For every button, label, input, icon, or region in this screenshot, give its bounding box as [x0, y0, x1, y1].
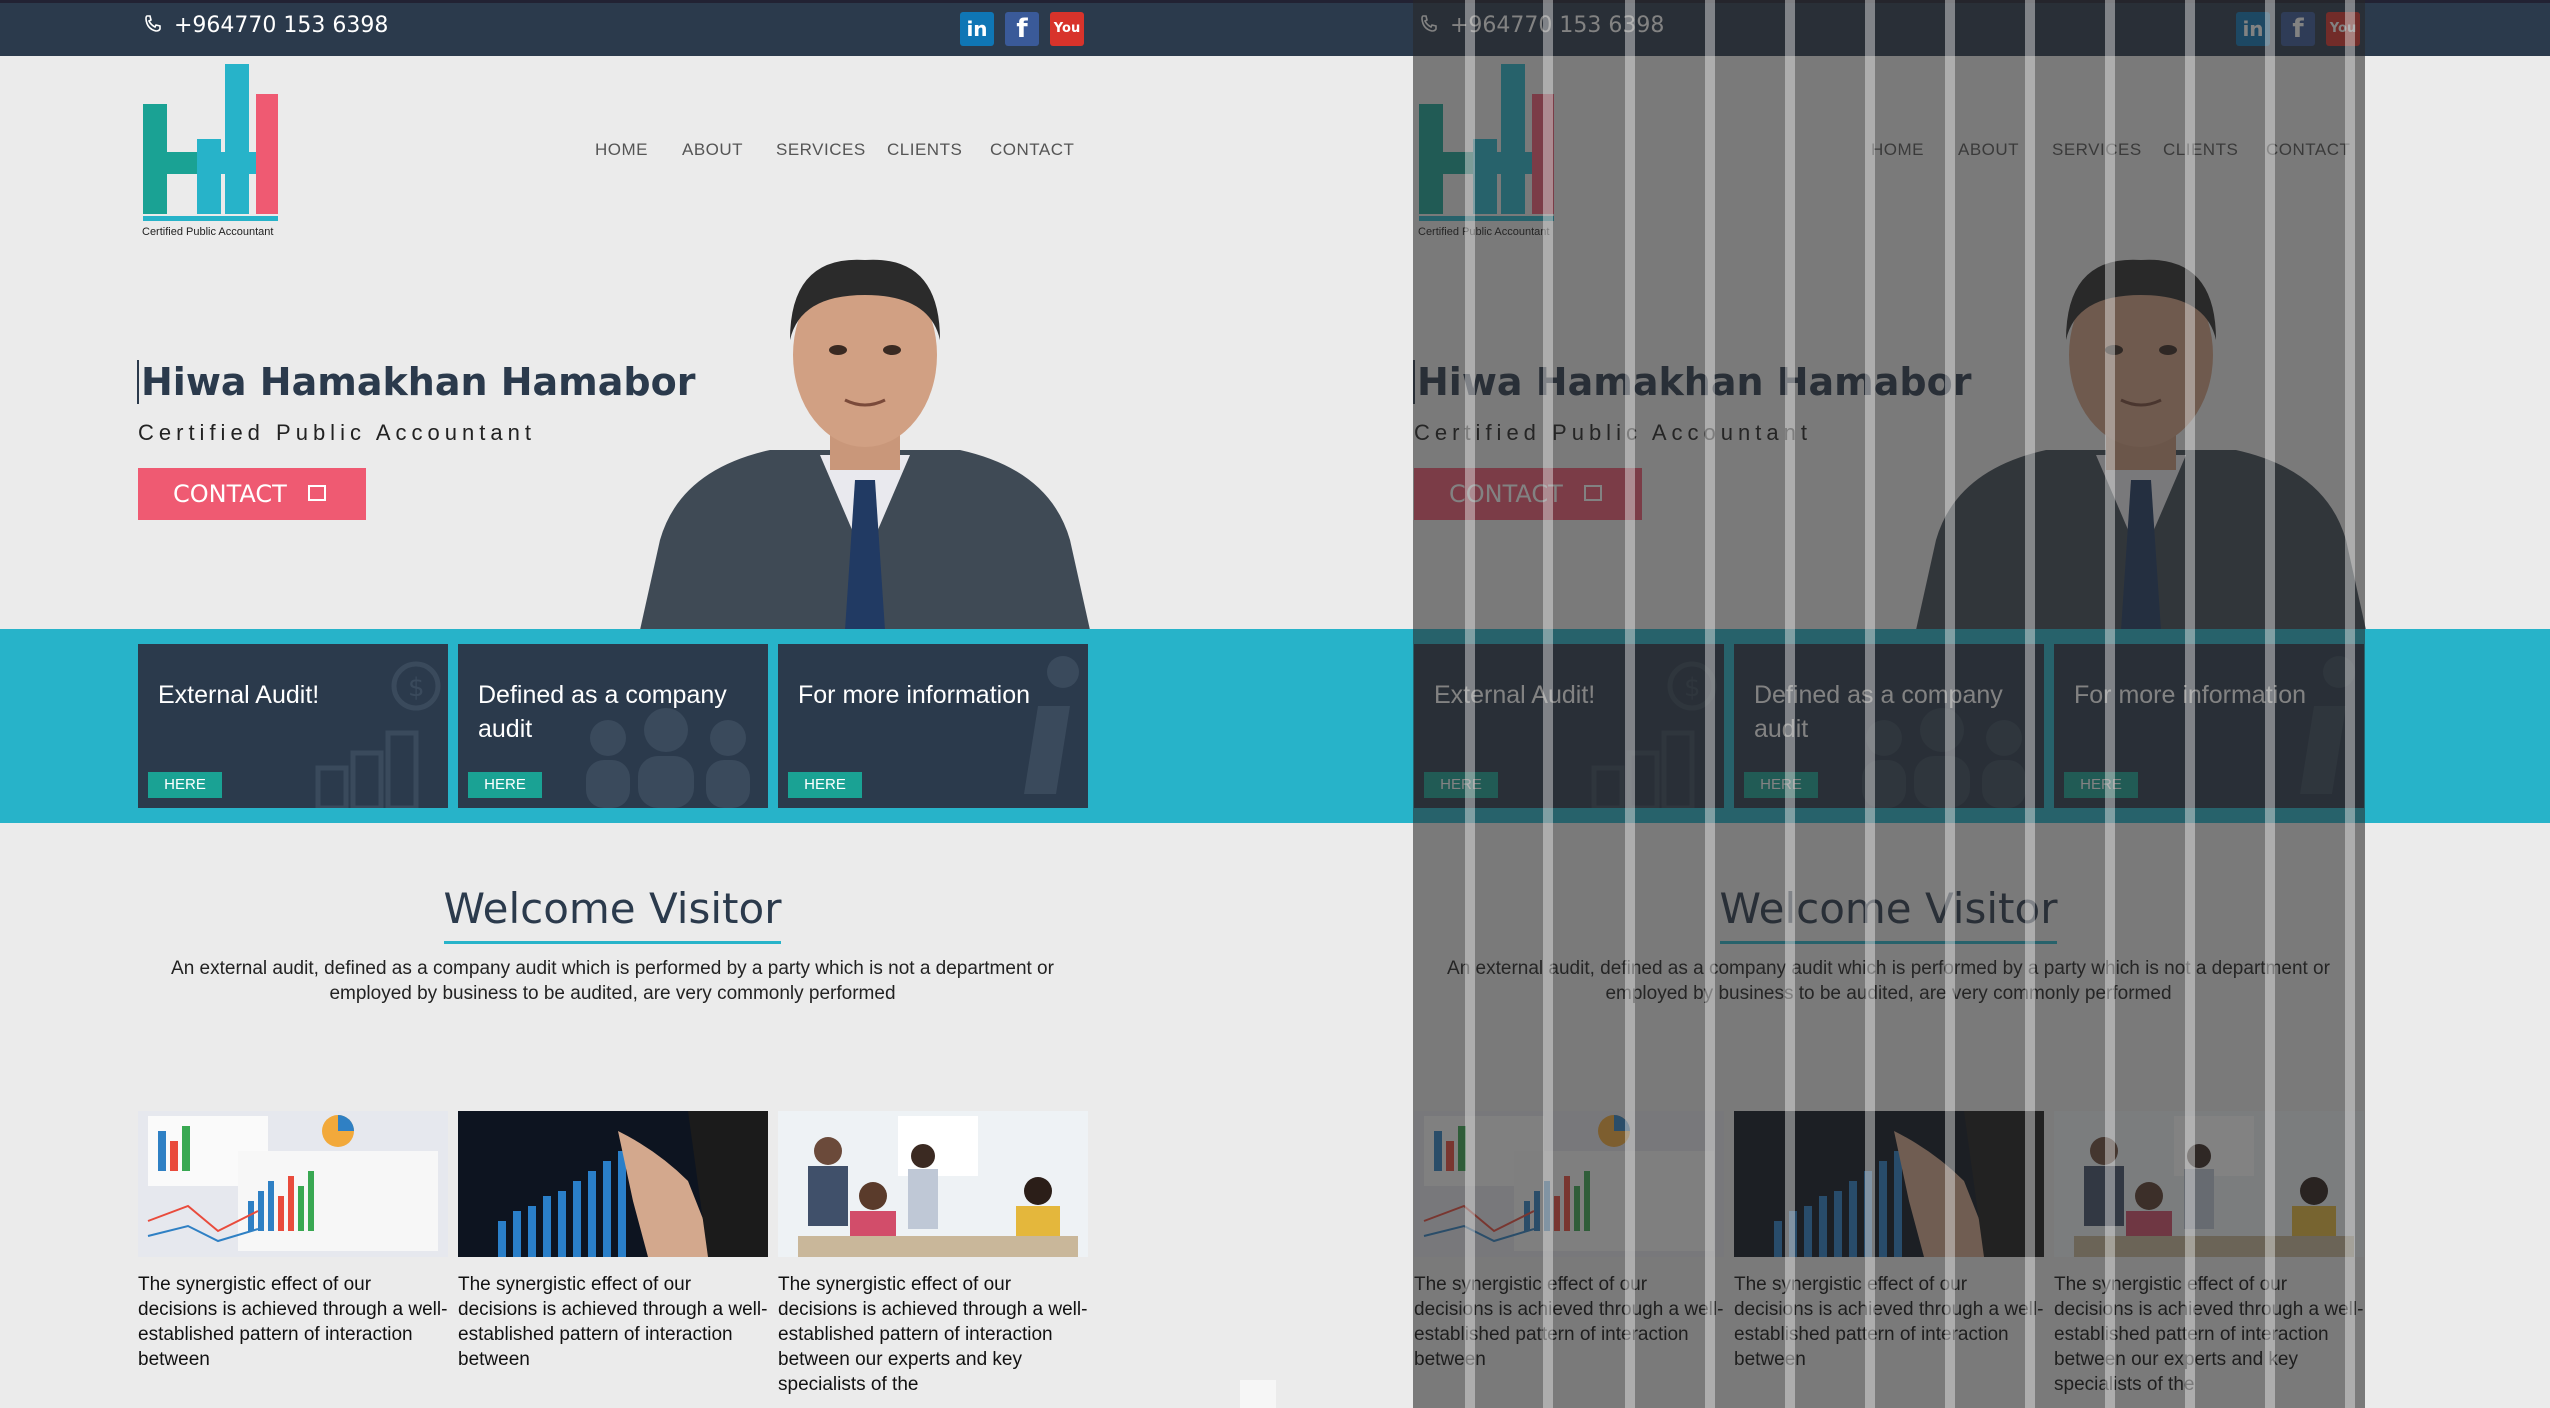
contact-button-label: CONTACT	[173, 480, 287, 508]
growth-chart-photo	[458, 1111, 768, 1257]
nav-home[interactable]: HOME	[595, 140, 648, 160]
logo[interactable]	[140, 64, 300, 244]
linkedin-icon[interactable]: in	[960, 12, 994, 46]
logo-caption: Certified Public Accountant	[142, 226, 274, 238]
page-view-original: +964770 153 6398 in f You Certified Publ…	[0, 0, 1276, 1408]
grid-gutter	[1945, 0, 1955, 1408]
grid-gutter	[1705, 0, 1715, 1408]
nav-contact[interactable]: CONTACT	[990, 140, 1074, 160]
feature-text: The synergistic effect of our decisions …	[778, 1274, 1088, 1395]
grid-gutter	[1543, 0, 1553, 1408]
contact-card-icon	[308, 485, 326, 501]
portrait-image	[640, 259, 1090, 630]
youtube-icon[interactable]: You	[1050, 12, 1084, 46]
card-title: Defined as a company audit	[478, 681, 727, 743]
feature-text: The synergistic effect of our decisions …	[138, 1274, 448, 1370]
here-button[interactable]: HERE	[148, 772, 222, 798]
grid-gutter	[2025, 0, 2035, 1408]
screen-edge	[1240, 1380, 1276, 1408]
service-card-external-audit[interactable]: $ External Audit! HERE	[138, 644, 448, 808]
service-card-company-audit[interactable]: Defined as a company audit HERE	[458, 644, 768, 808]
here-button[interactable]: HERE	[468, 772, 542, 798]
nav-services[interactable]: SERVICES	[776, 140, 866, 160]
top-bar: +964770 153 6398 in f You	[0, 0, 1276, 56]
grid-gutter	[1865, 0, 1875, 1408]
grid-overlay	[1413, 0, 2365, 1408]
charts-photo	[138, 1111, 448, 1257]
grid-gutter	[2345, 0, 2355, 1408]
card-title: For more information	[798, 681, 1031, 709]
grid-gutter	[1625, 0, 1635, 1408]
grid-gutter	[1465, 0, 1475, 1408]
meeting-photo	[778, 1111, 1088, 1257]
nav-clients[interactable]: CLIENTS	[887, 140, 962, 160]
info-icon	[1024, 656, 1079, 794]
grid-gutter	[2105, 0, 2115, 1408]
welcome-text: An external audit, defined as a company …	[171, 958, 1054, 1004]
contact-button[interactable]: CONTACT	[138, 468, 366, 520]
welcome-heading: Welcome Visitor	[0, 884, 1225, 944]
phone-number: +964770 153 6398	[174, 13, 389, 38]
here-button[interactable]: HERE	[788, 772, 862, 798]
facebook-icon[interactable]: f	[1005, 12, 1039, 46]
grid-gutter	[2185, 0, 2195, 1408]
hero-name: Hiwa Hamakhan Hamabor	[137, 360, 695, 404]
nav-about[interactable]: ABOUT	[682, 140, 743, 160]
hero-subtitle: Certified Public Accountant	[138, 420, 536, 445]
grid-gutter	[2265, 0, 2275, 1408]
grid-gutter	[1785, 0, 1795, 1408]
phone-contact[interactable]: +964770 153 6398	[143, 13, 388, 38]
service-card-more-info[interactable]: For more information HERE	[778, 644, 1088, 808]
page-view-grid-overlay: +964770 153 6398 in f You Certified Publ…	[1276, 0, 2550, 1408]
phone-icon	[145, 15, 161, 32]
feature-text: The synergistic effect of our decisions …	[458, 1274, 768, 1370]
card-title: External Audit!	[158, 681, 320, 709]
